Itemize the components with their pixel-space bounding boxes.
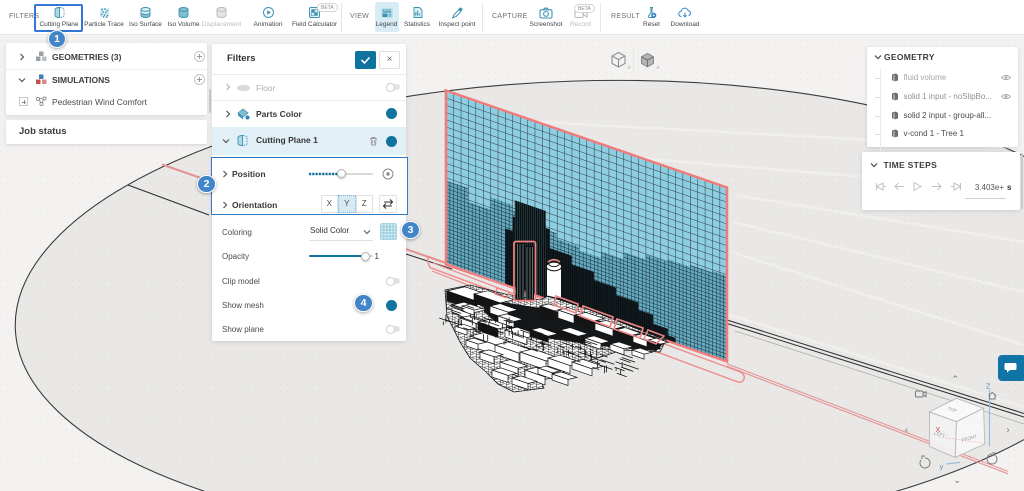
svg-text:X: X <box>936 427 941 434</box>
svg-text:Z: Z <box>986 382 991 391</box>
svg-text:y: y <box>940 462 944 471</box>
svg-text:‹: ‹ <box>905 425 908 435</box>
svg-text:⌄: ⌄ <box>954 475 962 485</box>
svg-text:›: › <box>1007 425 1010 435</box>
svg-text:⌃: ⌃ <box>952 374 960 384</box>
